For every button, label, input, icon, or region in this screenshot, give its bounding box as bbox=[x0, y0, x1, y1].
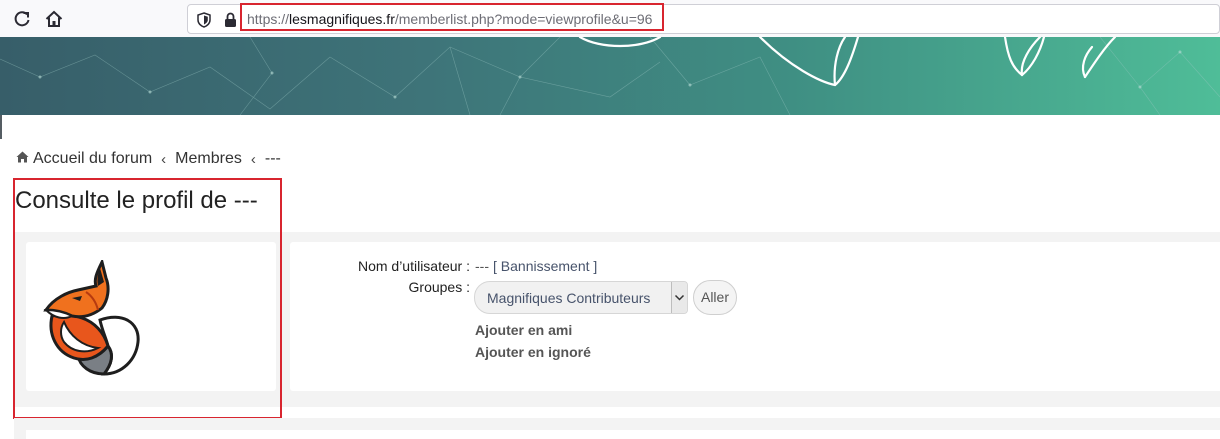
secondary-card bbox=[26, 430, 1220, 439]
username-value: --- [ Bannissement ] bbox=[475, 258, 597, 274]
page-title: Consulte le profil de --- bbox=[15, 187, 258, 214]
breadcrumb-separator: ‹ bbox=[161, 150, 167, 168]
url-scheme: https:// bbox=[247, 11, 290, 27]
breadcrumb-separator: ‹ bbox=[250, 150, 256, 168]
groups-label: Groupes : bbox=[408, 279, 470, 295]
add-friend-link[interactable]: Ajouter en ami bbox=[475, 322, 572, 338]
groups-select[interactable]: Magnifiques Contributeurs bbox=[474, 281, 688, 314]
username-label: Nom d’utilisateur : bbox=[357, 258, 470, 274]
lock-icon[interactable] bbox=[224, 12, 237, 33]
profile-details: Nom d’utilisateur : ---[ Bannissement ] … bbox=[290, 242, 1220, 391]
breadcrumb-home-link[interactable]: Accueil du forum bbox=[33, 150, 152, 168]
forum-banner bbox=[0, 37, 1220, 115]
fox-avatar bbox=[43, 260, 140, 376]
chevron-down-icon[interactable] bbox=[671, 282, 687, 313]
ban-link[interactable]: [ Bannissement ] bbox=[493, 258, 597, 274]
avatar-card bbox=[26, 242, 276, 391]
reload-icon[interactable] bbox=[12, 9, 32, 29]
add-ignore-link[interactable]: Ajouter en ignoré bbox=[475, 344, 591, 360]
url-bar[interactable]: https://lesmagnifiques.fr/memberlist.php… bbox=[187, 4, 1220, 34]
shield-icon[interactable] bbox=[197, 12, 211, 33]
home-icon[interactable] bbox=[16, 150, 29, 168]
url-path: /memberlist.php?mode=viewprofile&u=96 bbox=[394, 11, 653, 27]
groups-select-value: Magnifiques Contributeurs bbox=[487, 290, 651, 306]
breadcrumb-members-link[interactable]: Membres bbox=[175, 150, 242, 168]
browser-toolbar: https://lesmagnifiques.fr/memberlist.php… bbox=[0, 0, 1220, 38]
go-button[interactable]: Aller bbox=[693, 280, 737, 315]
home-icon[interactable] bbox=[44, 9, 64, 29]
username-text: --- bbox=[475, 258, 489, 274]
banner-artwork bbox=[0, 37, 1220, 115]
url-text[interactable]: https://lesmagnifiques.fr/memberlist.php… bbox=[247, 11, 652, 27]
breadcrumb-current-link[interactable]: --- bbox=[265, 150, 281, 168]
page-edge-shadow bbox=[0, 115, 2, 139]
url-host: lesmagnifiques.fr bbox=[289, 11, 395, 27]
breadcrumb: Accueil du forum ‹ Membres ‹ --- bbox=[16, 150, 281, 168]
